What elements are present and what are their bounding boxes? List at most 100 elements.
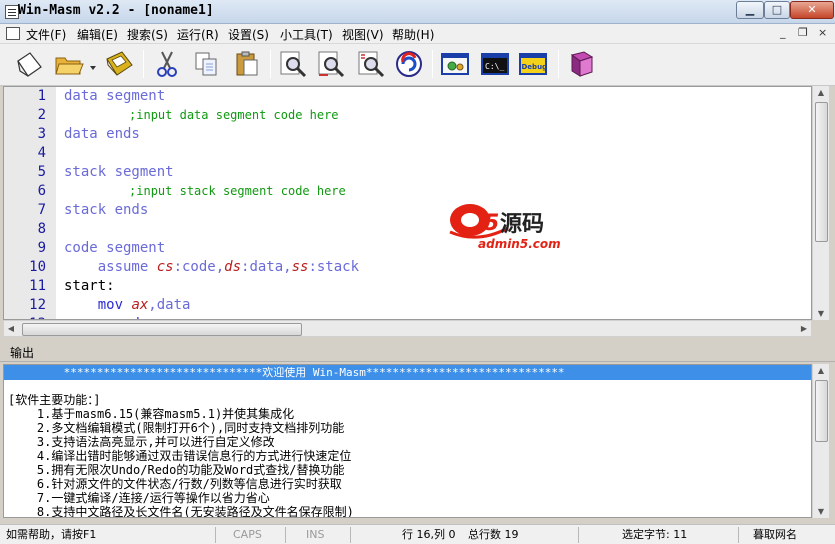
code-line[interactable]: 2 ;input data segment code here — [4, 106, 811, 125]
code-token: ss — [291, 259, 309, 275]
close-button[interactable]: ✕ — [790, 1, 834, 19]
editor-horizontal-scrollbar[interactable]: ◀ ▶ — [3, 320, 812, 337]
document-icon[interactable] — [6, 27, 20, 40]
build-icon[interactable] — [440, 49, 470, 79]
divider — [0, 361, 835, 362]
scroll-right-arrow-icon[interactable]: ▶ — [799, 324, 809, 333]
minimize-button[interactable]: ▁ — [736, 1, 764, 19]
svg-text:admin5.com: admin5.com — [478, 237, 561, 250]
maximize-button[interactable]: □ — [764, 1, 790, 19]
menu-view[interactable]: 视图(V) — [342, 26, 384, 43]
line-number: 12 — [29, 297, 46, 313]
code-token: :data, — [241, 259, 292, 275]
scroll-thumb[interactable] — [22, 323, 302, 336]
line-number: 1 — [37, 88, 46, 104]
menu-search[interactable]: 搜索(S) — [127, 26, 168, 43]
app-icon[interactable] — [5, 5, 19, 19]
code-token: ax — [131, 297, 149, 313]
menu-run[interactable]: 运行(R) — [177, 26, 219, 43]
code-line[interactable]: 4 — [4, 144, 811, 163]
cut-icon[interactable] — [152, 49, 182, 79]
output-line: 2.多文档编辑模式(限制打开6个),同时支持文档排列功能 — [8, 421, 345, 435]
output-panel-label: 输出 — [10, 346, 35, 360]
scroll-thumb[interactable] — [815, 380, 828, 442]
code-text[interactable]: data segment — [64, 87, 165, 106]
code-line[interactable]: 3 data ends — [4, 125, 811, 144]
console-icon[interactable]: C:\_ — [480, 49, 510, 79]
code-text[interactable]: code segment — [64, 239, 165, 258]
mdi-minimize-button[interactable]: _ — [780, 26, 786, 39]
scroll-down-arrow-icon[interactable]: ▼ — [813, 507, 829, 516]
svg-text:源码: 源码 — [500, 212, 544, 237]
line-number: 9 — [37, 240, 46, 256]
scroll-left-arrow-icon[interactable]: ◀ — [6, 324, 16, 333]
code-text[interactable]: stack ends — [64, 201, 148, 220]
code-token: ;input data segment code here — [64, 108, 339, 122]
paste-icon[interactable] — [232, 49, 262, 79]
output-line: 8.支持中文路径及长文件名(无安装路径及文件名保存限制) — [8, 505, 354, 518]
code-line[interactable]: 1 data segment — [4, 87, 811, 106]
menu-settings[interactable]: 设置(S) — [228, 26, 269, 43]
output-line: 4.编译出错时能够通过双击错误信息行的方式进行快速定位 — [8, 449, 352, 463]
status-separator — [215, 527, 216, 543]
toolbar-separator — [143, 50, 144, 78]
status-ins: INS — [306, 528, 325, 541]
code-line[interactable]: 6 ;input stack segment code here — [4, 182, 811, 201]
code-text[interactable]: mov ax,data — [64, 296, 191, 315]
line-number: 7 — [37, 202, 46, 218]
code-line[interactable]: 8 — [4, 220, 811, 239]
copy-icon[interactable] — [192, 49, 222, 79]
code-token: mov — [64, 297, 132, 313]
output-vertical-scrollbar[interactable]: ▲ ▼ — [812, 364, 829, 518]
mdi-close-button[interactable]: × — [818, 26, 827, 39]
code-token: ;input stack segment code here — [64, 184, 346, 198]
output-panel[interactable]: ******************************欢迎使用 Win-M… — [3, 364, 812, 518]
open-folder-icon[interactable] — [54, 49, 84, 79]
status-separator — [350, 527, 351, 543]
dropdown-arrow-icon[interactable] — [88, 49, 98, 79]
title-bar: Win-Masm v2.2 - [noname1] ▁ □ ✕ — [0, 0, 835, 24]
code-line[interactable]: 11 start: — [4, 277, 811, 296]
line-number: 3 — [37, 126, 46, 142]
code-text[interactable]: stack segment — [64, 163, 174, 182]
scroll-thumb[interactable] — [815, 102, 828, 242]
welcome-banner: ******************************欢迎使用 Win-M… — [4, 365, 811, 380]
code-line[interactable]: 5 stack segment — [4, 163, 811, 182]
status-separator — [578, 527, 579, 543]
save-icon[interactable] — [104, 49, 134, 79]
window-title: Win-Masm v2.2 - [noname1] — [18, 3, 214, 18]
editor-vertical-scrollbar[interactable]: ▲ ▼ — [812, 86, 829, 320]
code-line[interactable]: 12 mov ax,data — [4, 296, 811, 315]
find-icon[interactable] — [278, 49, 308, 79]
menu-tools[interactable]: 小工具(T) — [280, 26, 333, 43]
code-line[interactable]: 10 assume cs:code,ds:data,ss:stack — [4, 258, 811, 277]
status-selected-bytes: 选定字节: 11 — [622, 528, 688, 541]
code-editor[interactable]: 1 data segment 2 ;input data segment code … — [3, 86, 812, 320]
mdi-restore-button[interactable]: ❐ — [798, 26, 808, 39]
status-caps: CAPS — [233, 528, 262, 541]
output-line: 5.拥有无限次Undo/Redo的功能及Word式查找/替换功能 — [8, 463, 345, 477]
menu-help[interactable]: 帮助(H) — [392, 26, 434, 43]
line-number: 8 — [37, 221, 46, 237]
code-text[interactable]: assume cs:code,ds:data,ss:stack — [64, 258, 359, 277]
code-line[interactable]: 9 code segment — [4, 239, 811, 258]
code-line[interactable]: 7 stack ends — [4, 201, 811, 220]
debug-icon[interactable]: Debug — [518, 49, 548, 79]
menu-edit[interactable]: 编辑(E) — [77, 26, 118, 43]
code-text[interactable]: start: — [64, 277, 115, 296]
code-text[interactable]: ;input data segment code here — [64, 106, 339, 125]
scroll-down-arrow-icon[interactable]: ▼ — [813, 309, 829, 318]
code-text[interactable]: data ends — [64, 125, 140, 144]
find-next-icon[interactable] — [316, 49, 346, 79]
goto-icon[interactable] — [394, 49, 424, 79]
output-line: 1.基于masm6.15(兼容masm5.1)并使其集成化 — [8, 407, 295, 421]
replace-icon[interactable] — [356, 49, 386, 79]
new-file-icon[interactable] — [14, 49, 44, 79]
scroll-up-arrow-icon[interactable]: ▲ — [813, 366, 829, 375]
code-text[interactable]: ;input stack segment code here — [64, 182, 346, 201]
menu-file[interactable]: 文件(F) — [26, 26, 66, 43]
line-number: 2 — [37, 107, 46, 123]
help-book-icon[interactable] — [566, 49, 596, 79]
a5-watermark-logo: 5 源码 admin5.com — [449, 204, 561, 250]
scroll-up-arrow-icon[interactable]: ▲ — [813, 88, 829, 97]
